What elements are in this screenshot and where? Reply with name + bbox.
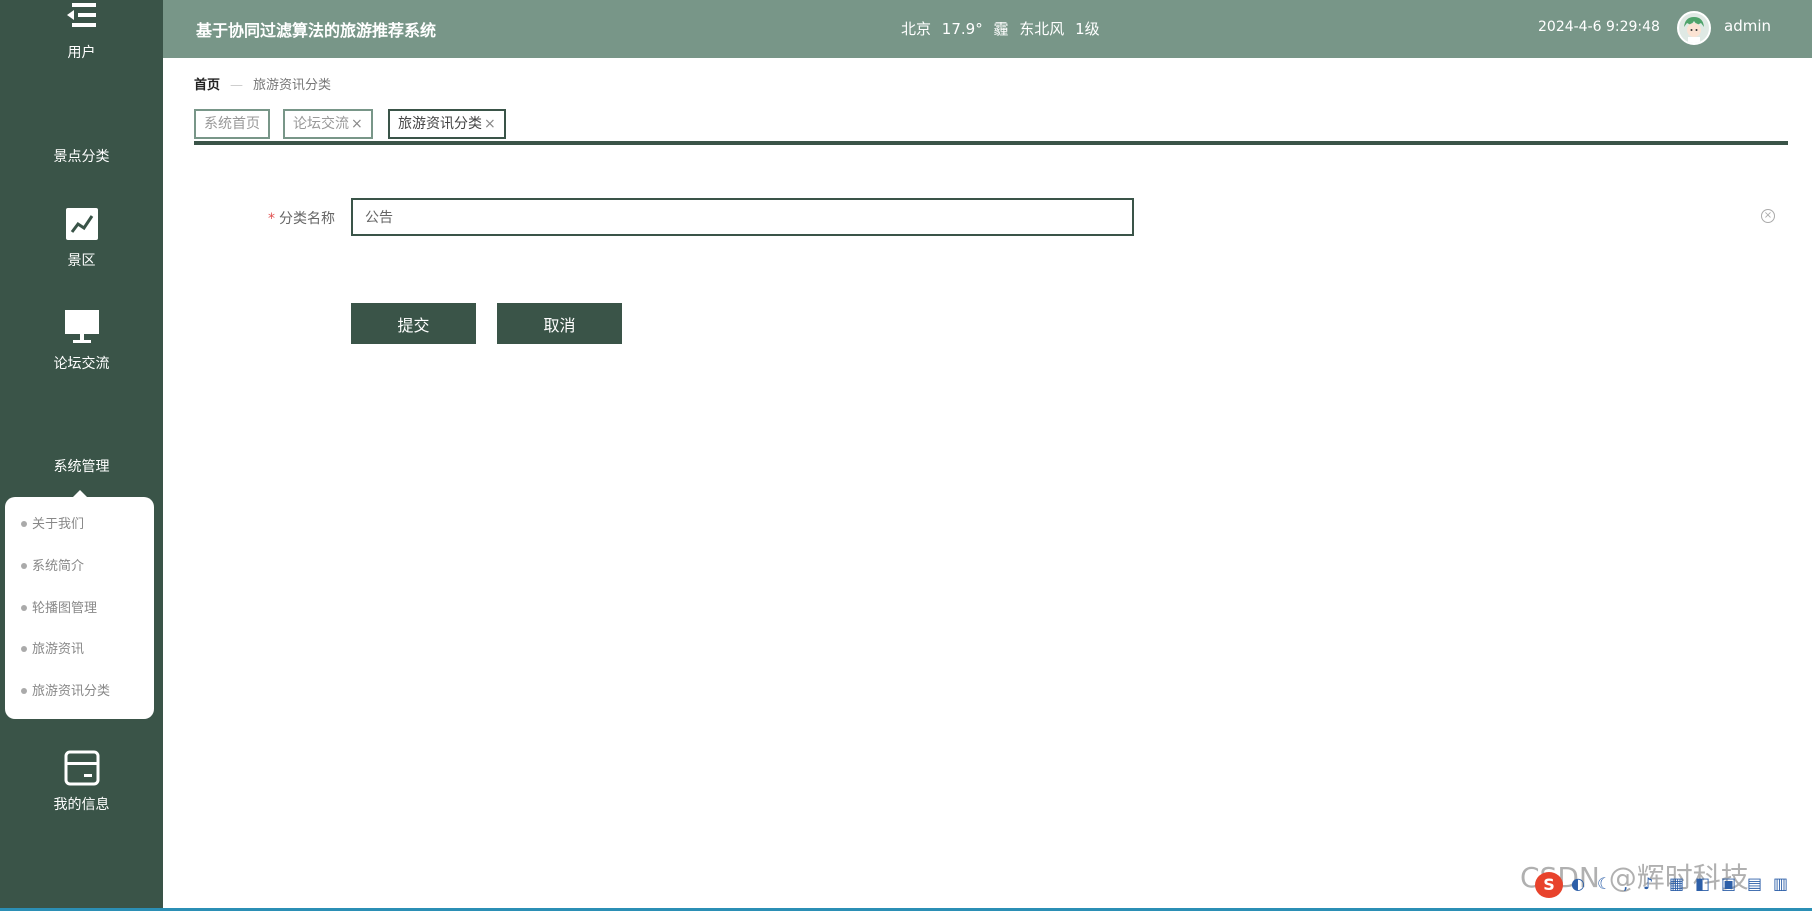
clear-icon[interactable]: × bbox=[1761, 209, 1775, 223]
ime-mic-icon[interactable]: ♪ bbox=[1643, 874, 1653, 893]
weather-condition: 霾 bbox=[993, 20, 1009, 38]
bullet-icon bbox=[21, 562, 27, 569]
ime-punct-icon[interactable]: , bbox=[1623, 874, 1628, 893]
submenu-item-about[interactable]: 关于我们 bbox=[21, 513, 84, 532]
breadcrumb-separator: — bbox=[230, 78, 244, 93]
sidebar-item-my-info[interactable]: 我的信息 bbox=[0, 750, 163, 814]
ime-logo-icon: S bbox=[1535, 872, 1563, 898]
ime-settings-icon[interactable]: ▥ bbox=[1773, 874, 1788, 893]
ime-moon-icon[interactable]: ☾ bbox=[1597, 874, 1611, 893]
breadcrumb: 首页 — 旅游资讯分类 bbox=[194, 74, 331, 93]
weather-city: 北京 bbox=[901, 20, 932, 38]
bullet-icon bbox=[21, 604, 27, 611]
breadcrumb-home[interactable]: 首页 bbox=[194, 78, 220, 93]
bullet-icon bbox=[21, 645, 27, 652]
sidebar-item-system[interactable]: 系统管理 bbox=[0, 412, 163, 476]
grid-icon bbox=[64, 102, 100, 138]
user-list-icon bbox=[66, 3, 96, 27]
card-icon bbox=[64, 750, 99, 786]
app-title: 基于协同过滤算法的旅游推荐系统 bbox=[196, 21, 437, 40]
tab-forum[interactable]: 论坛交流 × bbox=[283, 109, 373, 139]
ime-keyboard-icon[interactable]: ▦ bbox=[1669, 874, 1684, 893]
sidebar-item-label: 我的信息 bbox=[53, 797, 110, 813]
chart-icon bbox=[65, 208, 98, 240]
tab-news-category[interactable]: 旅游资讯分类 × bbox=[388, 109, 506, 139]
sidebar-item-label: 论坛交流 bbox=[53, 356, 110, 372]
close-icon[interactable]: × bbox=[351, 116, 363, 132]
top-header: 基于协同过滤算法的旅游推荐系统 北京 17.9° 霾 东北风 1级 2024-4… bbox=[163, 0, 1812, 58]
close-icon[interactable]: × bbox=[484, 116, 496, 132]
ime-grid-icon[interactable]: ▤ bbox=[1747, 874, 1762, 893]
sidebar-item-scenic-category[interactable]: 景点分类 bbox=[0, 102, 163, 166]
sidebar-item-label: 景点分类 bbox=[53, 149, 110, 165]
weather-temp: 17.9° bbox=[941, 20, 983, 38]
sidebar-item-label: 用户 bbox=[67, 45, 96, 61]
sidebar-item-label: 系统管理 bbox=[53, 459, 110, 475]
weather-level: 1级 bbox=[1075, 20, 1100, 38]
weather-info: 北京 17.9° 霾 东北风 1级 bbox=[901, 18, 1106, 39]
sidebar: 用户 景点分类 景区 论坛交流 系统管理 关于我们 系统简介 轮播图管理 旅游资… bbox=[0, 0, 163, 911]
submenu-item-news[interactable]: 旅游资讯 bbox=[21, 638, 84, 657]
ime-mode-icon[interactable]: ◐ bbox=[1571, 874, 1585, 893]
sidebar-item-forum[interactable]: 论坛交流 bbox=[0, 309, 163, 373]
monitor-icon bbox=[64, 310, 99, 343]
sidebar-item-scenic-area[interactable]: 景区 bbox=[0, 206, 163, 270]
avatar[interactable] bbox=[1677, 11, 1711, 45]
tab-bar: 系统首页 论坛交流 × 旅游资讯分类 × bbox=[194, 107, 1788, 145]
breadcrumb-current: 旅游资讯分类 bbox=[253, 78, 332, 93]
cancel-button[interactable]: 取消 bbox=[497, 303, 622, 344]
bullet-icon bbox=[21, 687, 27, 694]
bullet-icon bbox=[21, 520, 27, 527]
ime-toolbar[interactable]: S ◐ ☾ , ♪ ▦ ◧ ▣ ▤ ▥ bbox=[1535, 872, 1807, 898]
grid-icon bbox=[64, 412, 100, 448]
submenu-item-news-category[interactable]: 旅游资讯分类 bbox=[21, 680, 110, 699]
avatar-image bbox=[1679, 13, 1709, 43]
submenu-item-intro[interactable]: 系统简介 bbox=[21, 555, 84, 574]
system-submenu: 关于我们 系统简介 轮播图管理 旅游资讯 旅游资讯分类 bbox=[5, 490, 154, 719]
current-datetime: 2024-4-6 9:29:48 bbox=[1538, 19, 1660, 35]
sidebar-item-label: 景区 bbox=[67, 253, 96, 269]
weather-wind: 东北风 bbox=[1019, 20, 1065, 38]
required-mark: * bbox=[268, 211, 275, 227]
ime-shirt-icon[interactable]: ▣ bbox=[1721, 874, 1736, 893]
category-name-label: * 分类名称 bbox=[268, 211, 335, 227]
category-name-input[interactable] bbox=[351, 198, 1134, 236]
submit-button[interactable]: 提交 bbox=[351, 303, 476, 344]
tab-home[interactable]: 系统首页 bbox=[194, 109, 270, 139]
submenu-item-carousel[interactable]: 轮播图管理 bbox=[21, 597, 97, 616]
sidebar-item-users[interactable]: 用户 bbox=[0, 0, 163, 62]
username[interactable]: admin bbox=[1724, 17, 1771, 35]
ime-skin-icon[interactable]: ◧ bbox=[1695, 874, 1710, 893]
